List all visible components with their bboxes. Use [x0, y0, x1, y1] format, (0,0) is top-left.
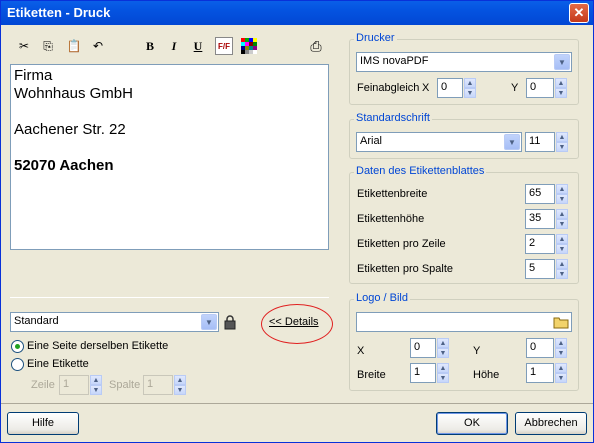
sheet-spinner-per-col[interactable]: ▲ ▼	[556, 259, 568, 279]
logo-path-input[interactable]	[356, 312, 572, 332]
font-size-spinner[interactable]: ▲ ▼	[556, 132, 568, 152]
logo-y-label: Y	[473, 345, 481, 357]
font-select-value: Arial	[360, 135, 383, 147]
footer-divider	[1, 403, 593, 404]
fine-y-spinner[interactable]: ▲ ▼	[555, 78, 567, 98]
font-group-label: Standardschrift	[354, 112, 432, 124]
logo-height-label: Höhe	[473, 369, 500, 381]
sheet-input-width[interactable]: 65	[525, 184, 555, 204]
logo-height-value: 1	[530, 366, 537, 378]
fine-adjust-label: Feinabgleich	[357, 82, 420, 94]
undo-icon[interactable]: ↶	[89, 37, 107, 55]
logo-x-input[interactable]: 0	[410, 338, 436, 358]
printer-group-label: Drucker	[354, 32, 397, 44]
sheet-value-per-col: 5	[529, 262, 536, 274]
lock-icon[interactable]	[223, 314, 237, 330]
divider	[10, 297, 329, 298]
underline-icon[interactable]: U	[189, 37, 207, 55]
fine-x-spinner[interactable]: ▲ ▼	[464, 78, 476, 98]
logo-width-value: 1	[414, 366, 421, 378]
logo-y-spinner[interactable]: ▲ ▼	[555, 338, 567, 358]
radio-same-page[interactable]	[11, 340, 24, 353]
title-bar: Etiketten - Druck ✕	[1, 1, 593, 25]
folder-icon[interactable]	[553, 314, 569, 330]
help-button[interactable]: Hilfe	[7, 412, 79, 435]
template-select[interactable]: Standard ▼	[10, 312, 219, 332]
sheet-value-per-row: 2	[529, 237, 536, 249]
logo-group-label: Logo / Bild	[354, 292, 410, 304]
italic-icon[interactable]: I	[165, 37, 183, 55]
cut-icon[interactable]: ✂	[15, 37, 33, 55]
ok-button[interactable]: OK	[436, 412, 508, 435]
print-dialog: Etiketten - Druck ✕ ✂ ⎘ 📋 ↶ B I U F/F ⎙ …	[0, 0, 594, 443]
bold-icon[interactable]: B	[141, 37, 159, 55]
chevron-down-icon[interactable]: ▼	[554, 54, 570, 70]
sheet-label-per-col: Etiketten pro Spalte	[357, 263, 454, 275]
logo-x-label: X	[357, 345, 365, 357]
logo-y-input[interactable]: 0	[526, 338, 554, 358]
font-size-input[interactable]: 11	[525, 132, 555, 152]
editor-line: 52070 Aachen	[14, 157, 114, 174]
sheet-spinner-width[interactable]: ▲ ▼	[556, 184, 568, 204]
fine-y-value: 0	[530, 81, 537, 93]
font-select[interactable]: Arial ▼	[356, 132, 522, 152]
fine-x-value: 0	[441, 81, 448, 93]
sheet-input-height[interactable]: 35	[525, 209, 555, 229]
logo-width-label: Breite	[357, 369, 386, 381]
logo-x-spinner[interactable]: ▲ ▼	[437, 338, 449, 358]
color-palette-icon[interactable]	[240, 37, 258, 55]
font-size-value: 11	[529, 135, 541, 147]
row-label: Zeile	[31, 379, 55, 391]
col-label: Spalte	[109, 379, 141, 391]
label-text-editor[interactable]: Firma Wohnhaus GmbH Aachener Str. 22 520…	[10, 64, 329, 250]
chevron-down-icon[interactable]: ▼	[504, 134, 520, 150]
chevron-down-icon[interactable]: ▼	[201, 314, 217, 330]
print-icon[interactable]: ⎙	[307, 37, 325, 55]
sheet-spinner-height[interactable]: ▲ ▼	[556, 209, 568, 229]
logo-y-value: 0	[530, 341, 537, 353]
sheet-value-height: 35	[529, 212, 542, 224]
fine-x-label: X	[422, 82, 430, 94]
sheet-input-per-row[interactable]: 2	[525, 234, 555, 254]
editor-line: Aachener Str. 22	[14, 121, 126, 138]
sheet-group-label: Daten des Etikettenblattes	[354, 165, 487, 177]
sheet-spinner-per-row[interactable]: ▲ ▼	[556, 234, 568, 254]
cancel-button[interactable]: Abbrechen	[515, 412, 587, 435]
col-spinner[interactable]: ▲ ▼	[174, 375, 186, 395]
radio-single-label[interactable]	[11, 358, 24, 371]
editor-line: Firma	[14, 67, 53, 84]
radio-single-label-text: Eine Etikette	[27, 358, 89, 370]
row-input[interactable]: 1	[59, 375, 89, 395]
fine-y-input[interactable]: 0	[526, 78, 554, 98]
col-value: 1	[147, 378, 154, 390]
row-spinner[interactable]: ▲ ▼	[90, 375, 102, 395]
row-value: 1	[63, 378, 70, 390]
sheet-value-width: 65	[529, 187, 542, 199]
window-title: Etiketten - Druck	[7, 5, 111, 20]
sheet-label-height: Etikettenhöhe	[357, 213, 425, 225]
copy-icon[interactable]: ⎘	[39, 37, 57, 55]
close-icon[interactable]: ✕	[569, 3, 589, 23]
template-select-value: Standard	[14, 315, 59, 327]
logo-x-value: 0	[414, 341, 421, 353]
sheet-label-width: Etikettenbreite	[357, 188, 428, 200]
col-input[interactable]: 1	[143, 375, 173, 395]
logo-width-spinner[interactable]: ▲ ▼	[437, 363, 449, 383]
font-dialog-icon[interactable]: F/F	[215, 37, 233, 55]
sheet-label-per-row: Etiketten pro Zeile	[357, 238, 446, 250]
editor-line: Wohnhaus GmbH	[14, 85, 133, 102]
fine-y-label: Y	[511, 82, 519, 94]
printer-select[interactable]: IMS novaPDF ▼	[356, 52, 572, 72]
fine-x-input[interactable]: 0	[437, 78, 463, 98]
logo-height-spinner[interactable]: ▲ ▼	[555, 363, 567, 383]
details-button[interactable]: << Details	[269, 316, 319, 328]
logo-width-input[interactable]: 1	[410, 363, 436, 383]
printer-select-value: IMS novaPDF	[360, 55, 429, 67]
radio-same-page-label: Eine Seite derselben Etikette	[27, 340, 169, 352]
logo-height-input[interactable]: 1	[526, 363, 554, 383]
paste-icon[interactable]: 📋	[65, 37, 83, 55]
sheet-input-per-col[interactable]: 5	[525, 259, 555, 279]
